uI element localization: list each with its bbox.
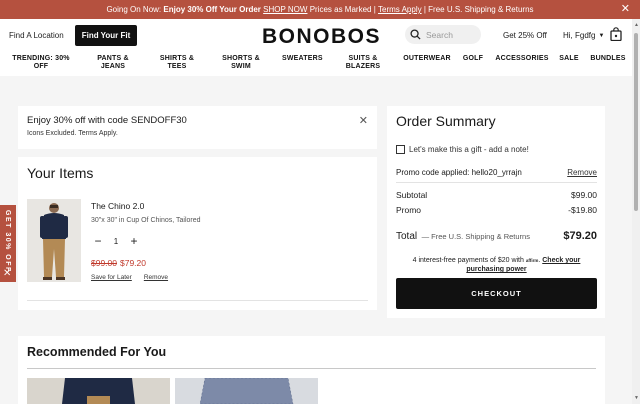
subtotal-value: $99.00 bbox=[571, 190, 597, 200]
user-menu[interactable]: Hi, Fgdfg ▼ bbox=[563, 31, 604, 40]
divider bbox=[396, 182, 597, 183]
purchasing-power-link[interactable]: purchasing power bbox=[466, 266, 526, 273]
nav-item-pants[interactable]: PANTS & JEANS bbox=[92, 55, 134, 71]
page-scrollbar[interactable]: ▲ ▼ bbox=[632, 19, 640, 404]
gift-option[interactable]: Let's make this a gift - add a note! bbox=[396, 145, 529, 154]
site-header: Find A Location Find Your Fit BONOBOS Ge… bbox=[0, 19, 632, 76]
promo-highlight: Enjoy 30% Off Your Order bbox=[163, 5, 261, 14]
recommended-section: Recommended For You bbox=[18, 336, 605, 404]
check-purchasing-power-link[interactable]: Check your bbox=[542, 257, 580, 264]
remove-item-link[interactable]: Remove bbox=[144, 274, 168, 281]
affirm-message: 4 interest-free payments of $20 with aff… bbox=[412, 257, 581, 273]
sale-price: $79.20 bbox=[120, 258, 146, 268]
scroll-down-icon[interactable]: ▼ bbox=[634, 395, 639, 401]
total-row: Total — Free U.S. Shipping & Returns $79… bbox=[396, 226, 597, 244]
your-items-card: Your Items The Chino 2.0 30"x 30" in Cup… bbox=[18, 157, 377, 310]
bonobos-logo[interactable]: BONOBOS bbox=[262, 25, 381, 49]
search-icon bbox=[410, 29, 421, 40]
discount-subtitle: Icons Excluded. Terms Apply. bbox=[27, 130, 118, 137]
recommended-title: Recommended For You bbox=[27, 345, 167, 359]
product-name[interactable]: The Chino 2.0 bbox=[91, 201, 144, 211]
close-icon[interactable]: ✕ bbox=[359, 114, 368, 127]
quantity-value: 1 bbox=[113, 236, 119, 246]
order-summary-title: Order Summary bbox=[396, 113, 496, 129]
discount-title: Enjoy 30% off with code SENDOFF30 bbox=[27, 115, 187, 126]
subtotal-label: Subtotal bbox=[396, 190, 428, 200]
promo-code-row: Promo code applied: hello20_yrrajn Remov… bbox=[396, 168, 597, 177]
shop-now-link[interactable]: SHOP NOW bbox=[263, 5, 307, 14]
minus-icon[interactable]: − bbox=[91, 235, 105, 247]
discount-banner: Enjoy 30% off with code SENDOFF30 Icons … bbox=[18, 106, 377, 149]
side-tab-label: GET 30% OFF bbox=[4, 210, 11, 273]
promo-value: -$19.80 bbox=[568, 205, 597, 215]
promo-discount-row: Promo -$19.80 bbox=[396, 205, 597, 215]
user-greeting: Hi, Fgdfg bbox=[563, 31, 596, 40]
promo-label: Promo bbox=[396, 205, 422, 215]
divider bbox=[27, 300, 368, 301]
promo-suffix: | Free U.S. Shipping & Returns bbox=[423, 5, 534, 14]
search-box[interactable] bbox=[405, 25, 481, 44]
subtotal-row: Subtotal $99.00 bbox=[396, 190, 597, 200]
gift-label: Let's make this a gift - add a note! bbox=[409, 145, 529, 154]
nav-item-sale[interactable]: SALE bbox=[558, 55, 580, 63]
total-value: $79.20 bbox=[563, 230, 597, 242]
product-image[interactable] bbox=[27, 199, 81, 282]
scroll-up-icon[interactable]: ▲ bbox=[634, 22, 639, 28]
promo-middle: Prices as Marked | bbox=[309, 5, 376, 14]
close-icon[interactable]: ✕ bbox=[3, 269, 11, 279]
nav-item-accessories[interactable]: ACCESSORIES bbox=[495, 55, 549, 63]
nav-item-golf[interactable]: GOLF bbox=[462, 55, 484, 63]
nav-item-shirts[interactable]: SHIRTS & TEES bbox=[157, 55, 197, 71]
search-input[interactable] bbox=[426, 29, 480, 40]
nav-item-suits[interactable]: SUITS & BLAZERS bbox=[345, 55, 381, 71]
nav-item-outerwear[interactable]: OUTERWEAR bbox=[403, 55, 451, 63]
recommended-shirt-illustration bbox=[175, 378, 318, 404]
nav-item-bundles[interactable]: BUNDLES bbox=[590, 55, 626, 63]
get-30-off-side-tab[interactable]: GET 30% OFF ✕ bbox=[0, 205, 16, 282]
find-your-fit-button[interactable]: Find Your Fit bbox=[75, 25, 137, 46]
recommended-model-illustration bbox=[27, 378, 170, 404]
product-variant: 30"x 30" in Cup Of Chinos, Tailored bbox=[91, 217, 201, 224]
affirm-logo: affirm bbox=[525, 258, 539, 263]
nav-item-shorts[interactable]: SHORTS & SWIM bbox=[220, 55, 262, 71]
total-label: Total bbox=[396, 231, 418, 242]
nav-item-sweaters[interactable]: SWEATERS bbox=[282, 55, 323, 63]
promo-code-text: Promo code applied: hello20_yrrajn bbox=[396, 168, 522, 177]
terms-link[interactable]: Terms Apply bbox=[378, 5, 422, 14]
checkout-button[interactable]: CHECKOUT bbox=[396, 278, 597, 309]
item-actions: Save for Later Remove bbox=[91, 274, 168, 281]
save-for-later-link[interactable]: Save for Later bbox=[91, 274, 132, 281]
recommended-product-image[interactable] bbox=[175, 378, 318, 404]
promo-bar: Going On Now: Enjoy 30% Off Your Order S… bbox=[0, 0, 640, 19]
product-price: $99.00 $79.20 bbox=[91, 258, 146, 268]
affirm-text: 4 interest-free payments of $20 with bbox=[412, 257, 524, 264]
recommended-product-image[interactable] bbox=[27, 378, 170, 404]
promo-prefix: Going On Now: bbox=[106, 5, 162, 14]
scroll-thumb[interactable] bbox=[634, 33, 638, 211]
main-nav: TRENDING: 30% OFF PANTS & JEANS SHIRTS &… bbox=[0, 55, 632, 73]
gift-checkbox[interactable] bbox=[396, 145, 405, 154]
quantity-stepper: − 1 + bbox=[91, 234, 141, 248]
shopping-bag-icon[interactable] bbox=[610, 27, 622, 41]
items-title: Your Items bbox=[27, 165, 94, 181]
promo-close-icon[interactable]: ✕ bbox=[621, 4, 630, 15]
order-summary-card: Order Summary Let's make this a gift - a… bbox=[387, 106, 605, 318]
nav-item-trending[interactable]: TRENDING: 30% OFF bbox=[10, 55, 72, 71]
plus-icon[interactable]: + bbox=[127, 235, 141, 247]
find-location-link[interactable]: Find A Location bbox=[9, 31, 64, 40]
chino-model-illustration bbox=[27, 199, 81, 282]
chevron-down-icon: ▼ bbox=[598, 32, 605, 39]
remove-promo-link[interactable]: Remove bbox=[567, 168, 597, 177]
divider bbox=[27, 368, 596, 369]
original-price: $99.00 bbox=[91, 258, 117, 268]
get-25-off-link[interactable]: Get 25% Off bbox=[503, 31, 547, 40]
total-shipping-note: — Free U.S. Shipping & Returns bbox=[421, 232, 530, 241]
